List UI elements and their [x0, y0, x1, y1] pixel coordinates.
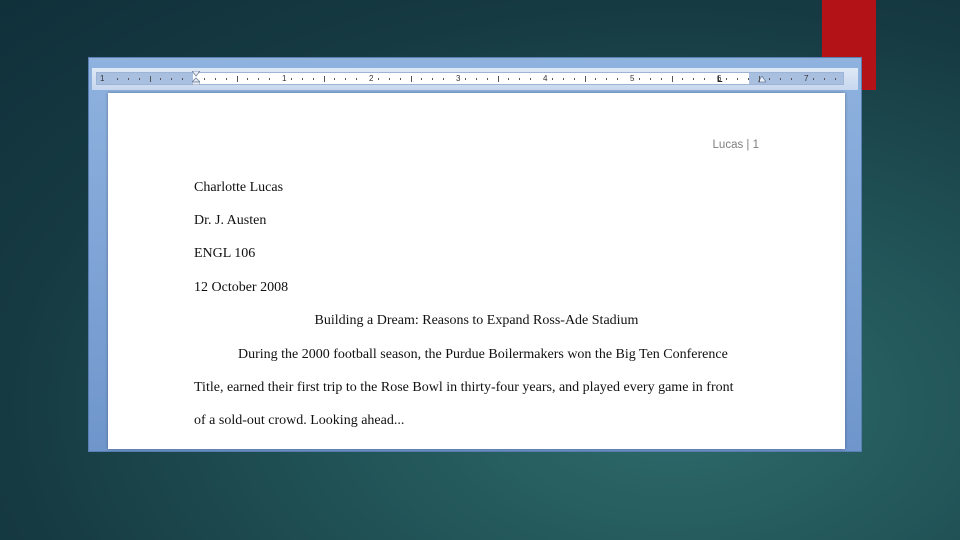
heading-course: ENGL 106	[194, 246, 256, 261]
ruler-tick	[421, 78, 423, 80]
ruler-tick	[671, 76, 673, 82]
ruler-tick	[704, 78, 706, 80]
ruler-tick	[780, 78, 782, 80]
ruler-tick	[149, 76, 151, 82]
ruler-tick	[660, 78, 662, 80]
ruler-tick	[769, 78, 771, 80]
ruler-tick	[617, 78, 619, 80]
ruler-tick	[203, 78, 205, 80]
body-line: of a sold-out crowd. Looking ahead...	[194, 413, 405, 428]
ruler-tick	[236, 76, 238, 82]
ruler-tick	[410, 76, 412, 82]
ruler-tick	[225, 78, 227, 80]
ruler-tick	[584, 76, 586, 82]
heading-student-name: Charlotte Lucas	[194, 180, 284, 195]
ruler-tick	[606, 78, 608, 80]
ruler-tick	[171, 78, 173, 80]
ruler-tick	[649, 78, 651, 80]
ruler-tick	[508, 78, 510, 80]
tab-stop-marker[interactable]: L	[717, 74, 723, 84]
document-title: Building a Dream: Reasons to Expand Ross…	[314, 313, 639, 328]
ruler-number: 2	[369, 74, 374, 83]
ruler-tick	[443, 78, 445, 80]
horizontal-ruler[interactable]: 1 1 2 3 4 5 6 7 L	[96, 71, 844, 85]
ruler-tick	[269, 78, 271, 80]
ruler-tick	[127, 78, 129, 80]
ruler-tick	[290, 78, 292, 80]
ruler-number: 4	[543, 74, 548, 83]
ruler-number: 7	[804, 74, 809, 83]
ruler-tick	[736, 78, 738, 80]
ruler-tick	[214, 78, 216, 80]
ruler-number: 3	[456, 74, 461, 83]
ruler-tick	[497, 76, 499, 82]
ruler-bar: 1 1 2 3 4 5 6 7 L	[92, 68, 858, 90]
ruler-tick	[573, 78, 575, 80]
ruler-tick	[258, 78, 260, 80]
hanging-indent-marker-icon[interactable]	[192, 71, 200, 85]
ruler-tick	[475, 78, 477, 80]
ruler-left-margin	[97, 73, 193, 84]
ruler-tick	[693, 78, 695, 80]
ruler-tick	[160, 78, 162, 80]
ruler-tick	[812, 78, 814, 80]
ruler-tick	[116, 78, 118, 80]
ruler-tick	[356, 78, 358, 80]
ruler-tick	[823, 78, 825, 80]
ruler-tick	[312, 78, 314, 80]
word-document-window: 1 1 2 3 4 5 6 7 L Lucas | 1 Charlotte Lu…	[88, 57, 862, 452]
ruler-tick	[301, 78, 303, 80]
ruler-tick	[432, 78, 434, 80]
body-line: Title, earned their first trip to the Ro…	[194, 380, 734, 395]
ruler-tick	[519, 78, 521, 80]
ruler-tick	[388, 78, 390, 80]
ruler-tick	[377, 78, 379, 80]
ruler-tick	[758, 76, 760, 82]
ruler-number: 1	[100, 74, 105, 83]
ruler-tick	[486, 78, 488, 80]
heading-instructor: Dr. J. Austen	[194, 213, 267, 228]
ruler-tick	[595, 78, 597, 80]
ruler-tick	[682, 78, 684, 80]
ruler-tick	[747, 78, 749, 80]
ruler-tick	[791, 78, 793, 80]
document-page[interactable]: Lucas | 1 Charlotte Lucas Dr. J. Austen …	[108, 93, 845, 449]
ruler-tick	[138, 78, 140, 80]
ruler-tick	[562, 78, 564, 80]
ruler-tick	[182, 78, 184, 80]
ruler-tick	[323, 76, 325, 82]
heading-date: 12 October 2008	[194, 280, 289, 295]
ruler-tick	[464, 78, 466, 80]
ruler-tick	[345, 78, 347, 80]
ruler-tick	[725, 78, 727, 80]
ruler-tick	[551, 78, 553, 80]
ruler-tick	[399, 78, 401, 80]
ruler-tick	[334, 78, 336, 80]
ruler-tick	[530, 78, 532, 80]
ruler-tick	[834, 78, 836, 80]
ruler-tick	[638, 78, 640, 80]
ruler-number: 1	[282, 74, 287, 83]
ruler-number: 5	[630, 74, 635, 83]
body-line: During the 2000 football season, the Pur…	[238, 347, 728, 362]
ruler-tick	[247, 78, 249, 80]
page-header: Lucas | 1	[712, 139, 759, 151]
